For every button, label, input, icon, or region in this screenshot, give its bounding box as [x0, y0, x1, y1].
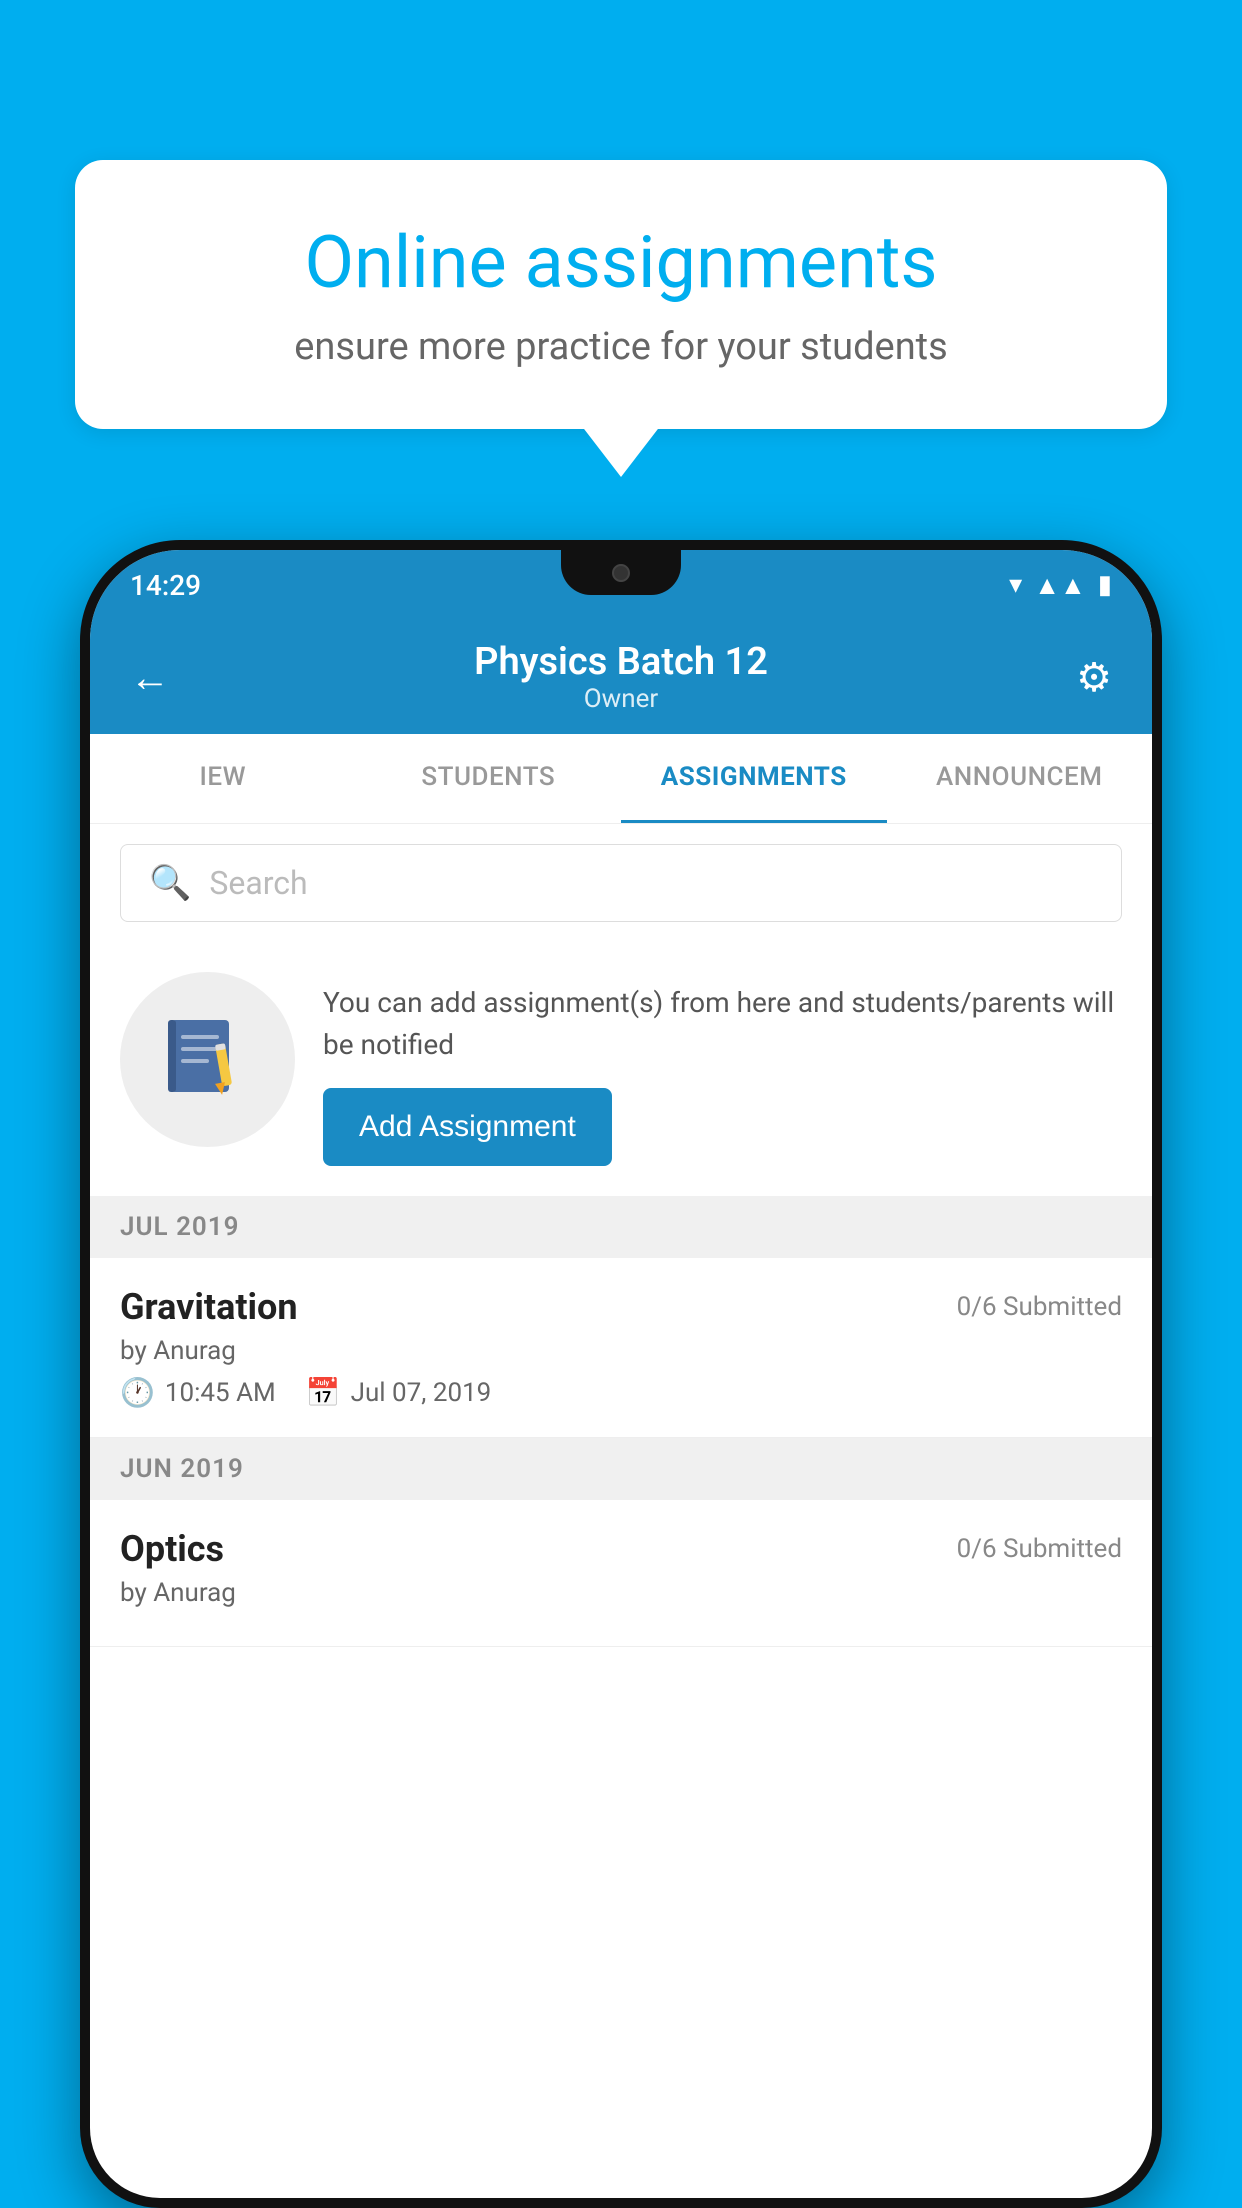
- assignment-time-value: 10:45 AM: [165, 1378, 276, 1408]
- tab-assignments[interactable]: ASSIGNMENTS: [621, 734, 887, 823]
- add-assignment-content: You can add assignment(s) from here and …: [323, 972, 1122, 1166]
- speech-bubble-card: Online assignments ensure more practice …: [75, 160, 1167, 429]
- header-center: Physics Batch 12 Owner: [190, 640, 1052, 714]
- settings-button[interactable]: ⚙: [1052, 654, 1112, 701]
- bubble-subtitle: ensure more practice for your students: [145, 325, 1097, 369]
- assignment-item-header: Gravitation 0/6 Submitted: [120, 1286, 1122, 1328]
- section-header-jun: JUN 2019: [90, 1438, 1152, 1500]
- back-button[interactable]: ←: [130, 654, 190, 701]
- notebook-icon: [163, 1015, 253, 1105]
- speech-bubble: Online assignments ensure more practice …: [75, 160, 1167, 429]
- add-assignment-description: You can add assignment(s) from here and …: [323, 982, 1122, 1066]
- assignment-time: 🕐 10:45 AM: [120, 1376, 276, 1409]
- status-time: 14:29: [130, 569, 201, 602]
- header-title: Physics Batch 12: [190, 640, 1052, 684]
- app-header: ← Physics Batch 12 Owner ⚙: [90, 620, 1152, 734]
- phone-content: 14:29 ▾ ▲▲ ▮ ← Physics Batch 12 Owner ⚙: [90, 550, 1152, 2198]
- calendar-icon: 📅: [306, 1376, 341, 1409]
- tabs-bar: IEW STUDENTS ASSIGNMENTS ANNOUNCEM: [90, 734, 1152, 824]
- search-container: 🔍 Search: [90, 824, 1152, 942]
- search-placeholder: Search: [209, 864, 307, 902]
- add-assignment-button[interactable]: Add Assignment: [323, 1088, 612, 1166]
- tab-iew[interactable]: IEW: [90, 734, 356, 823]
- assignment-submitted-optics: 0/6 Submitted: [957, 1534, 1122, 1564]
- assignment-date: 📅 Jul 07, 2019: [306, 1376, 492, 1409]
- wifi-icon: ▾: [1009, 570, 1022, 600]
- assignment-name: Gravitation: [120, 1286, 298, 1328]
- assignment-name-optics: Optics: [120, 1528, 224, 1570]
- tab-announcements[interactable]: ANNOUNCEM: [887, 734, 1153, 823]
- clock-icon: 🕐: [120, 1376, 155, 1409]
- camera-dot: [612, 564, 630, 582]
- signal-icon: ▲▲: [1034, 570, 1085, 601]
- assignment-item-header-optics: Optics 0/6 Submitted: [120, 1528, 1122, 1570]
- search-bar[interactable]: 🔍 Search: [120, 844, 1122, 922]
- tab-students[interactable]: STUDENTS: [356, 734, 622, 823]
- notch: [561, 550, 681, 595]
- assignment-meta: 🕐 10:45 AM 📅 Jul 07, 2019: [120, 1376, 1122, 1409]
- notebook-icon-wrap: [120, 972, 295, 1147]
- header-subtitle: Owner: [190, 684, 1052, 714]
- status-bar: 14:29 ▾ ▲▲ ▮: [90, 550, 1152, 620]
- assignment-by-optics: by Anurag: [120, 1578, 1122, 1608]
- search-icon: 🔍: [149, 863, 191, 903]
- section-header-jul: JUL 2019: [90, 1196, 1152, 1258]
- phone-frame: 14:29 ▾ ▲▲ ▮ ← Physics Batch 12 Owner ⚙: [80, 540, 1162, 2208]
- phone-inner: 14:29 ▾ ▲▲ ▮ ← Physics Batch 12 Owner ⚙: [90, 550, 1152, 2198]
- battery-icon: ▮: [1098, 570, 1112, 600]
- assignment-item-optics[interactable]: Optics 0/6 Submitted by Anurag: [90, 1500, 1152, 1647]
- bubble-title: Online assignments: [145, 220, 1097, 305]
- assignment-by: by Anurag: [120, 1336, 1122, 1366]
- add-assignment-section: You can add assignment(s) from here and …: [90, 942, 1152, 1196]
- assignment-submitted: 0/6 Submitted: [957, 1292, 1122, 1322]
- status-icons: ▾ ▲▲ ▮: [1009, 570, 1112, 601]
- assignment-date-value: Jul 07, 2019: [351, 1378, 492, 1408]
- assignment-item-gravitation[interactable]: Gravitation 0/6 Submitted by Anurag 🕐 10…: [90, 1258, 1152, 1438]
